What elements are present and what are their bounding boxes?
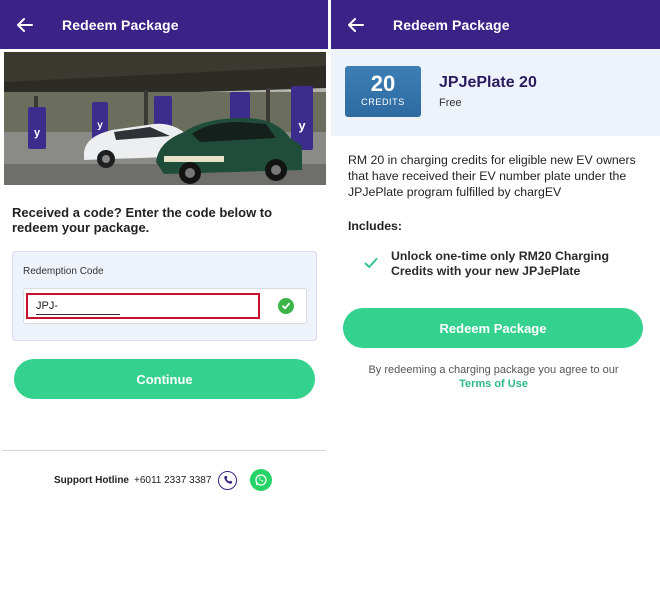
page-title: Redeem Package (62, 16, 179, 33)
app-bar: Redeem Package (0, 0, 328, 49)
continue-button[interactable]: Continue (14, 359, 315, 399)
hero-image: y y y (4, 52, 326, 185)
terms-of-use-link[interactable]: Terms of Use (459, 378, 528, 390)
back-button[interactable] (15, 15, 35, 35)
redemption-code-label: Redemption Code (23, 266, 104, 277)
svg-text:y: y (97, 120, 103, 131)
app-bar: Redeem Package (331, 0, 660, 49)
redemption-code-card: Redemption Code (12, 251, 317, 341)
checkmark-icon (364, 258, 378, 268)
redemption-code-field[interactable] (23, 288, 307, 324)
support-hotline: Support Hotline +6011 2337 3387 (54, 469, 273, 491)
includes-item: Unlock one-time only RM20 Charging Credi… (364, 249, 631, 279)
redeem-code-screen: Redeem Package y y y Received a code? En… (0, 0, 328, 607)
package-name: JPJePlate 20 (439, 74, 537, 91)
arrow-left-icon (348, 17, 364, 32)
support-hotline-label: Support Hotline (54, 474, 129, 486)
page-title: Redeem Package (393, 16, 510, 33)
terms-text: By redeeming a charging package you agre… (368, 364, 619, 376)
arrow-left-icon (17, 17, 33, 32)
credits-badge: 20 CREDITS (345, 66, 421, 117)
svg-text:y: y (34, 127, 41, 139)
package-price: Free (439, 97, 462, 109)
credits-unit: CREDITS (361, 97, 405, 107)
package-details-screen: Redeem Package 20 CREDITS JPJePlate 20 F… (331, 0, 660, 607)
includes-item-text: Unlock one-time only RM20 Charging Credi… (391, 249, 609, 278)
redeem-package-button[interactable]: Redeem Package (343, 308, 643, 348)
package-header: 20 CREDITS JPJePlate 20 Free (331, 49, 660, 136)
redeem-instructions: Received a code? Enter the code below to… (12, 205, 273, 235)
package-description: RM 20 in charging credits for eligible n… (348, 153, 636, 199)
redemption-code-input[interactable] (36, 297, 120, 315)
check-circle-icon (278, 298, 294, 314)
back-button[interactable] (346, 15, 366, 35)
credits-amount: 20 (370, 71, 396, 96)
includes-heading: Includes: (348, 219, 402, 233)
whatsapp-icon[interactable] (250, 469, 273, 491)
ev-charging-station-illustration: y y y (4, 52, 326, 185)
divider (2, 450, 326, 451)
terms-notice: By redeeming a charging package you agre… (355, 363, 632, 391)
svg-text:y: y (298, 118, 306, 133)
support-hotline-number: +6011 2337 3387 (134, 474, 212, 486)
phone-icon[interactable] (218, 470, 238, 490)
